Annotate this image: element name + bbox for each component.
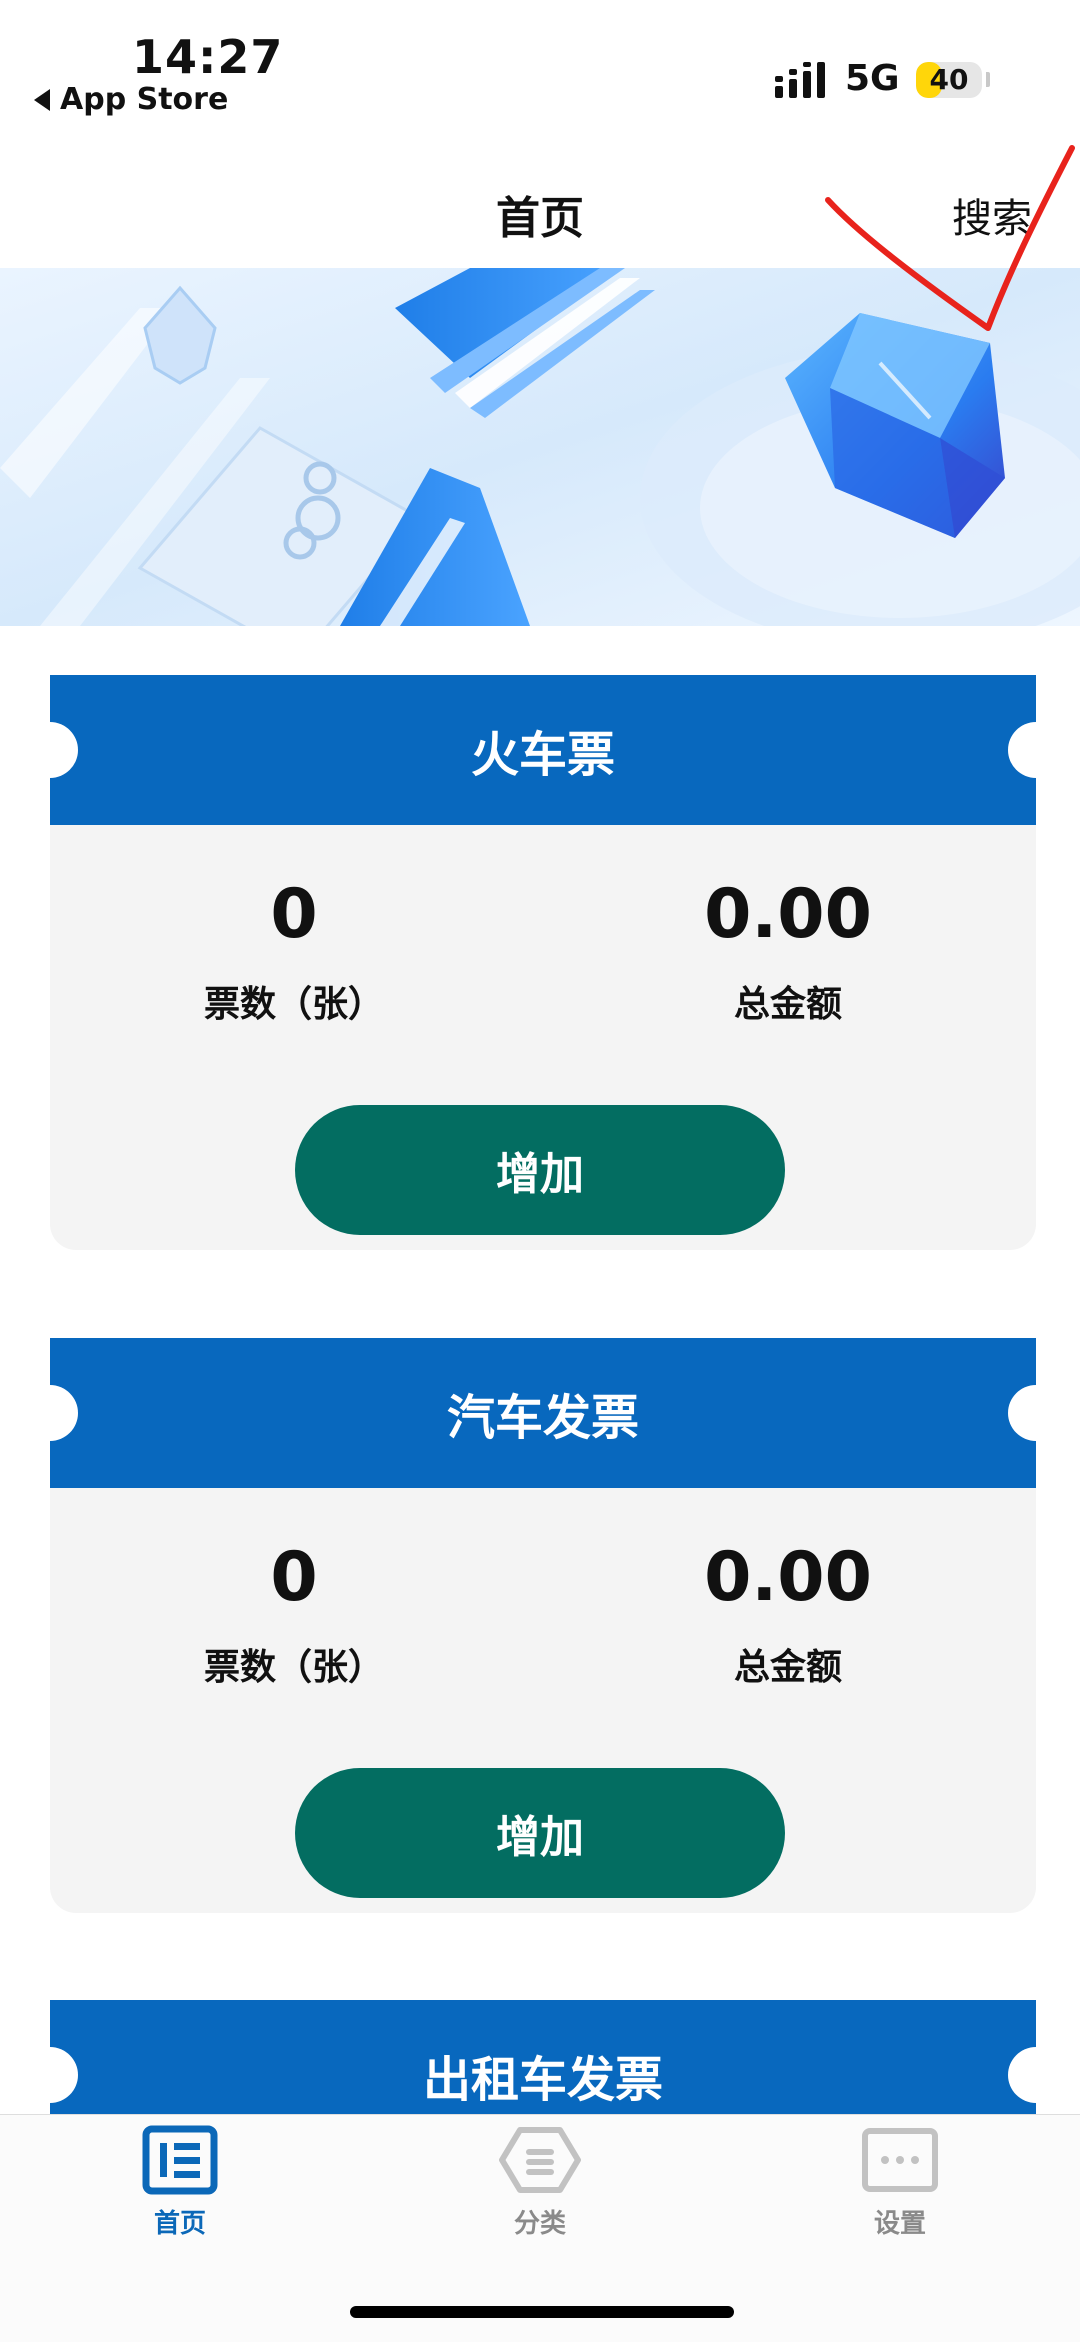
ticket-count-stat: 0 票数（张） bbox=[94, 875, 494, 1027]
card-title: 火车票 bbox=[470, 727, 615, 783]
back-triangle-icon bbox=[34, 88, 50, 111]
card-header: 汽车发票 bbox=[22, 1338, 1064, 1488]
card-header: 火车票 bbox=[22, 675, 1064, 825]
page-title: 首页 bbox=[496, 193, 584, 244]
ticket-count-label: 票数（张） bbox=[203, 1647, 384, 1688]
add-button[interactable]: 增加 bbox=[295, 1105, 785, 1235]
total-amount-stat: 0.00 总金额 bbox=[588, 875, 988, 1027]
card-title: 出租车发票 bbox=[422, 2052, 663, 2108]
banner-image bbox=[0, 268, 1080, 626]
cellular-signal-icon bbox=[775, 62, 825, 98]
back-app-label: App Store bbox=[60, 82, 229, 117]
train-ticket-card: 火车票 0 票数（张） 0.00 总金额 增加 bbox=[22, 675, 1064, 1250]
ticket-count-stat: 0 票数（张） bbox=[94, 1538, 494, 1690]
total-amount-label: 总金额 bbox=[733, 1647, 842, 1688]
settings-chat-icon bbox=[862, 2128, 938, 2192]
total-amount-value: 0.00 bbox=[704, 875, 872, 954]
card-title: 汽车发票 bbox=[446, 1390, 639, 1446]
category-hexagon-icon bbox=[499, 2127, 581, 2193]
bus-invoice-card: 汽车发票 0 票数（张） 0.00 总金额 增加 bbox=[22, 1338, 1064, 1913]
tab-category[interactable]: 分类 bbox=[440, 2125, 640, 2240]
battery-icon: 40 bbox=[916, 62, 982, 98]
battery-percent: 40 bbox=[929, 63, 969, 96]
ticket-notch-right bbox=[1008, 1385, 1064, 1441]
ticket-notch-right bbox=[1008, 2047, 1064, 2103]
network-type: 5G bbox=[845, 58, 900, 99]
battery-tip bbox=[986, 72, 990, 87]
card-body: 0 票数（张） 0.00 总金额 增加 bbox=[50, 825, 1036, 1250]
back-to-app-store[interactable]: App Store bbox=[34, 82, 228, 117]
status-bar: 14:27 App Store 5G 40 bbox=[0, 0, 1080, 130]
total-amount-stat: 0.00 总金额 bbox=[588, 1538, 988, 1690]
search-button[interactable]: 搜索 bbox=[952, 186, 1032, 244]
ticket-notch-left bbox=[22, 722, 78, 778]
status-time: 14:27 bbox=[132, 30, 284, 84]
ticket-count-value: 0 bbox=[270, 875, 318, 954]
add-button[interactable]: 增加 bbox=[295, 1768, 785, 1898]
total-amount-value: 0.00 bbox=[704, 1538, 872, 1617]
tab-label: 首页 bbox=[153, 2209, 206, 2239]
home-list-icon bbox=[142, 2125, 218, 2195]
ticket-count-value: 0 bbox=[270, 1538, 318, 1617]
ticket-notch-left bbox=[22, 1385, 78, 1441]
card-body: 0 票数（张） 0.00 总金额 增加 bbox=[50, 1488, 1036, 1913]
tab-label: 分类 bbox=[513, 2209, 566, 2239]
home-indicator bbox=[350, 2306, 734, 2318]
tab-settings[interactable]: 设置 bbox=[800, 2125, 1000, 2240]
ticket-notch-left bbox=[22, 2047, 78, 2103]
total-amount-label: 总金额 bbox=[733, 984, 842, 1025]
ticket-count-label: 票数（张） bbox=[203, 984, 384, 1025]
navigation-bar: 首页 搜索 bbox=[0, 160, 1080, 260]
tab-label: 设置 bbox=[873, 2209, 926, 2239]
ticket-notch-right bbox=[1008, 722, 1064, 778]
tab-home[interactable]: 首页 bbox=[80, 2125, 280, 2240]
